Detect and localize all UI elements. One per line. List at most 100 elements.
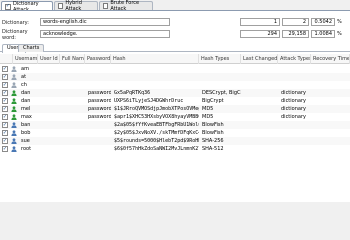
row-username: ban [21, 122, 31, 128]
dictionary-word-percent: 1.0084 [311, 30, 335, 38]
dictionary-percent-sign: % [337, 19, 342, 25]
row-username: sue [21, 138, 30, 144]
row-checkbox[interactable]: ✓ [2, 130, 8, 136]
table-row[interactable]: ✓ ban $2a$05$fYfKveaEBTFbgFRbU1Wolu.. BlowF… [0, 121, 350, 129]
row-attack-type [279, 129, 311, 137]
row-attack-type [279, 65, 311, 73]
row-hash: $5$rounds=5000$HlebT2pd$9RoHRhwVT.. [114, 138, 199, 144]
row-username: am [21, 66, 29, 72]
table-row[interactable]: ✓ at [0, 73, 350, 81]
row-checkbox[interactable]: ✓ [2, 90, 8, 96]
row-attack-type [279, 145, 311, 153]
row-password: passwords [88, 98, 111, 104]
dictionary-word-percent-sign: % [337, 31, 342, 37]
row-hash-types: BlowFish [202, 130, 224, 136]
row-checkbox[interactable]: ✓ [2, 106, 8, 112]
user-blank-icon [11, 82, 17, 88]
row-checkbox[interactable]: ✓ [2, 66, 8, 72]
row-password: passwords [88, 114, 111, 120]
row-hash-types: DESCrypt, BigCrypt [202, 90, 241, 96]
row-password [86, 65, 111, 73]
user-locked-icon [11, 146, 17, 152]
column-full-name[interactable]: Full Name [60, 54, 85, 64]
row-password [86, 145, 111, 153]
table-row[interactable]: ✓ ch [0, 81, 350, 89]
user-blank-icon [11, 74, 17, 80]
row-hash [112, 65, 199, 73]
row-checkbox[interactable]: ✓ [2, 138, 8, 144]
row-password [86, 137, 111, 145]
dictionary-field[interactable]: words-english.dic [40, 18, 170, 26]
row-username: root [21, 146, 32, 152]
row-username: dan [21, 90, 31, 96]
row-username: bob [21, 130, 31, 136]
row-checkbox[interactable]: ✓ [2, 114, 8, 120]
row-attack-type: dictionary [281, 98, 306, 104]
row-checkbox[interactable]: ✓ [2, 82, 8, 88]
column-attack-types[interactable]: Attack Types [278, 54, 311, 64]
table-row[interactable]: ✓ mel passwords$1$JRroQVMOSdjpJmobXTPosOVM… [0, 105, 350, 113]
brute-force-attack-checkbox[interactable] [103, 3, 109, 9]
row-attack-type: dictionary [281, 106, 306, 112]
table-row[interactable]: ✓ am [0, 65, 350, 73]
table-row[interactable]: ✓ bob $2y$05$JxvNoXV./skTMmfDFqKxC4HYv..Bl… [0, 129, 350, 137]
row-hash-types: SHA-256 [202, 138, 224, 144]
table-row[interactable]: ✓ dan passwordsUXPS6iTLyjeSJ4DGWhrDruc BigC… [0, 97, 350, 105]
row-attack-type [279, 73, 311, 81]
hybrid-attack-checkbox[interactable] [58, 3, 64, 9]
dictionary-label: Dictionary: [2, 19, 29, 26]
row-attack-type: dictionary [281, 90, 306, 96]
row-hash-types: BigCrypt [202, 98, 224, 104]
dictionary-attack-panel: Dictionary: words-english.dic 1 2 0.5042… [0, 10, 350, 202]
column-password[interactable]: Password [85, 54, 111, 64]
row-hash: $1$JRroQVMOSdjpJmobXTPosOVMegMaJ [114, 106, 199, 112]
table-row[interactable]: ✓ root $6$0f57hHkZdoSaNWI2MvJLnmnK27.. SHA-… [0, 145, 350, 153]
row-hash: $2a$05$fYfKveaEBTFbgFRbU1Wolu.. [114, 122, 199, 128]
user-locked-icon [11, 122, 17, 128]
row-password [86, 121, 111, 129]
dictionary-word-current: 294 [240, 30, 280, 38]
column-last-changed[interactable]: Last Changed [241, 54, 278, 64]
results-tab-strip: Users Charts [0, 43, 350, 53]
table-row[interactable]: ✓ max passwords$apr1$XHC53HXsbyVOX8hyayVMB… [0, 113, 350, 121]
user-cracked-icon [11, 114, 17, 120]
row-password [86, 81, 111, 89]
row-attack-type [279, 121, 311, 129]
tab-charts[interactable]: Charts [18, 44, 45, 52]
attack-tab-strip: ✓ Dictionary Attack Hybrid Attack Brute … [0, 0, 350, 13]
row-username: max [21, 114, 32, 120]
dictionary-total: 2 [282, 18, 309, 26]
table-row[interactable]: ✓ sue $5$rounds=5000$HlebT2pd$9RoHRhwVT..S… [0, 137, 350, 145]
row-checkbox[interactable]: ✓ [2, 74, 8, 80]
table-row[interactable]: ✓ dan passwordsGx5aPqRTKq36 DESCrypt, BigCr… [0, 89, 350, 97]
tab-hybrid-attack[interactable]: Hybrid Attack [54, 0, 98, 12]
row-checkbox[interactable]: ✓ [2, 98, 8, 104]
dictionary-word-label: Dictionary word: [2, 28, 28, 41]
dictionary-word-total: 29,158 [282, 30, 309, 38]
table-header: Username User Id Full Name Password Hash… [0, 54, 350, 64]
column-recovery-time[interactable]: Recovery Time [311, 54, 350, 64]
row-username: dan [21, 98, 31, 104]
row-hash: Gx5aPqRTKq36 [114, 90, 151, 96]
column-username[interactable]: Username [13, 54, 38, 64]
row-hash-types [200, 65, 241, 73]
tab-brute-force-attack[interactable]: Brute Force Attack [99, 0, 153, 12]
users-table: Username User Id Full Name Password Hash… [0, 54, 350, 202]
row-hash-types: BlowFish [202, 122, 224, 128]
row-hash: $2y$05$JxvNoXV./skTMmfDFqKxC4HYv.. [114, 130, 199, 136]
column-hash[interactable]: Hash [111, 54, 199, 64]
row-hash [112, 81, 199, 89]
user-blank-icon [11, 66, 17, 72]
row-hash-types: SHA-512 [202, 146, 224, 152]
row-password [86, 73, 111, 81]
dictionary-current: 1 [240, 18, 280, 26]
row-password: passwords [88, 106, 111, 112]
row-checkbox[interactable]: ✓ [2, 122, 8, 128]
column-user-id[interactable]: User Id [38, 54, 60, 64]
column-hash-types[interactable]: Hash Types [199, 54, 241, 64]
row-attack-type: dictionary [281, 114, 306, 120]
dictionary-attack-checkbox[interactable]: ✓ [5, 3, 11, 10]
dictionary-word-field[interactable]: acknowledge. [40, 30, 170, 38]
row-checkbox[interactable]: ✓ [2, 146, 8, 152]
row-username: mel [21, 106, 31, 112]
